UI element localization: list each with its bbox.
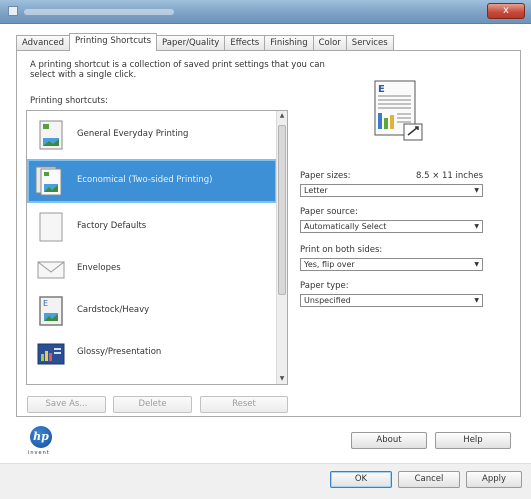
paper-source-select[interactable]: Automatically Select ▼ xyxy=(300,220,483,233)
cardstock-icon: E xyxy=(39,296,63,326)
tab-effects[interactable]: Effects xyxy=(224,35,266,51)
shortcuts-list-label: Printing shortcuts: xyxy=(30,96,108,106)
chevron-down-icon: ▼ xyxy=(474,297,479,304)
paper-size-label: Paper sizes: xyxy=(300,171,351,181)
list-item-label: Cardstock/Heavy xyxy=(77,305,150,315)
two-sided-select[interactable]: Yes, flip over ▼ xyxy=(300,258,483,271)
envelope-icon xyxy=(37,261,65,279)
hp-logo-caption: invent xyxy=(28,450,50,456)
shortcuts-description: A printing shortcut is a collection of s… xyxy=(30,60,325,80)
chevron-down-icon: ▼ xyxy=(474,187,479,194)
paper-type-select-value: Unspecified xyxy=(304,296,351,305)
two-sided-label: Print on both sides: xyxy=(300,245,383,255)
paper-type-label: Paper type: xyxy=(300,281,349,291)
list-item-label: Factory Defaults xyxy=(77,221,147,231)
tab-strip: Advanced Printing Shortcuts Paper/Qualit… xyxy=(16,33,394,51)
list-item[interactable]: Envelopes xyxy=(29,249,275,289)
paper-size-dimensions: 8.5 × 11 inches xyxy=(415,171,483,181)
paper-source-label: Paper source: xyxy=(300,207,358,217)
paper-type-select[interactable]: Unspecified ▼ xyxy=(300,294,483,307)
list-item[interactable]: Factory Defaults xyxy=(29,207,275,247)
list-item[interactable]: Glossy/Presentation xyxy=(29,333,275,373)
list-item[interactable]: E Cardstock/Heavy xyxy=(29,291,275,331)
tab-services[interactable]: Services xyxy=(345,35,394,51)
tab-advanced[interactable]: Advanced xyxy=(16,35,70,51)
tab-paper-quality[interactable]: Paper/Quality xyxy=(156,35,226,51)
paper-size-select-value: Letter xyxy=(304,186,328,195)
close-button[interactable]: x xyxy=(487,3,525,19)
window-title xyxy=(24,9,174,15)
about-button[interactable]: About xyxy=(351,432,427,449)
glossy-presentation-icon xyxy=(37,343,65,365)
svg-text:E: E xyxy=(378,84,385,95)
list-item-label: Glossy/Presentation xyxy=(77,347,162,357)
general-printing-icon xyxy=(39,120,63,150)
shortcuts-list[interactable]: General Everyday Printing Economical (Tw… xyxy=(26,110,288,385)
scroll-up-arrow-icon[interactable]: ▲ xyxy=(277,111,287,121)
help-button[interactable]: Help xyxy=(435,432,511,449)
ok-button[interactable]: OK xyxy=(330,471,392,488)
tab-color[interactable]: Color xyxy=(312,35,347,51)
save-as-button[interactable]: Save As... xyxy=(27,396,106,413)
tab-printing-shortcuts[interactable]: Printing Shortcuts xyxy=(69,33,158,51)
list-item-label: Economical (Two-sided Printing) xyxy=(77,175,213,185)
tab-finishing[interactable]: Finishing xyxy=(264,35,314,51)
list-item-label: Envelopes xyxy=(77,263,121,273)
list-item[interactable]: General Everyday Printing xyxy=(29,115,275,155)
paper-source-select-value: Automatically Select xyxy=(304,222,387,231)
svg-text:E: E xyxy=(43,299,48,308)
title-bar: x xyxy=(0,0,531,24)
paper-size-select[interactable]: Letter ▼ xyxy=(300,184,483,197)
printer-app-icon xyxy=(8,6,18,16)
cancel-button[interactable]: Cancel xyxy=(398,471,460,488)
list-scrollbar[interactable]: ▲ ▼ xyxy=(276,111,287,384)
delete-button[interactable]: Delete xyxy=(113,396,192,413)
scroll-down-arrow-icon[interactable]: ▼ xyxy=(277,374,287,384)
factory-defaults-icon xyxy=(39,212,63,242)
scrollbar-thumb[interactable] xyxy=(278,125,286,295)
chevron-down-icon: ▼ xyxy=(474,223,479,230)
page-preview-icon: E xyxy=(374,80,423,141)
chevron-down-icon: ▼ xyxy=(474,261,479,268)
reset-button[interactable]: Reset xyxy=(200,396,288,413)
list-item-label: General Everyday Printing xyxy=(77,129,189,139)
apply-button[interactable]: Apply xyxy=(466,471,522,488)
two-sided-select-value: Yes, flip over xyxy=(304,260,355,269)
hp-logo-icon: hp xyxy=(30,426,52,448)
list-item-selected[interactable]: Economical (Two-sided Printing) xyxy=(27,159,277,203)
two-sided-printing-icon xyxy=(35,166,62,196)
